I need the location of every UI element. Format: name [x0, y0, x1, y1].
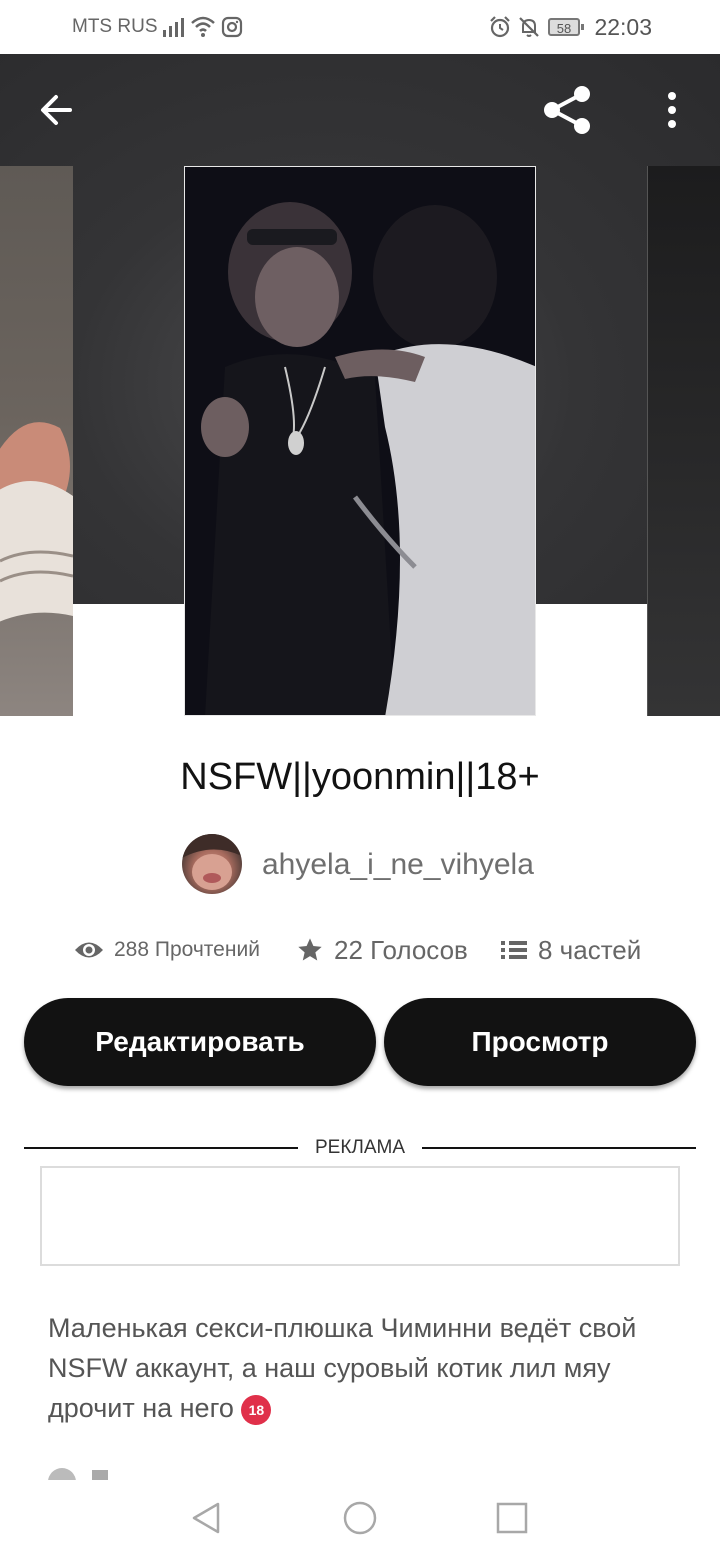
- bell-off-icon: [519, 17, 539, 37]
- avatar-image: [182, 834, 242, 890]
- peek-text: [92, 1470, 108, 1480]
- ad-label: РЕКЛАМА: [314, 1137, 406, 1158]
- divider-line: [422, 1147, 696, 1149]
- story-stats: 288 Прочтений 22 Голосов 8 частей: [0, 930, 720, 970]
- share-icon[interactable]: [540, 84, 596, 136]
- status-bar: MTS RUS 58 22:03: [0, 0, 720, 54]
- story-title: NSFW||yoonmin||18+: [180, 756, 540, 798]
- system-nav-bar: [0, 1480, 720, 1560]
- divider-line: [24, 1147, 298, 1149]
- next-cover[interactable]: [647, 166, 720, 716]
- parts-stat: 8 частей: [500, 930, 641, 970]
- cover-image: [185, 167, 535, 715]
- votes-count: 22 Голосов: [334, 934, 468, 965]
- clock: 22:03: [594, 14, 652, 40]
- author-name[interactable]: ahyela_i_ne_vihyela: [262, 848, 534, 882]
- instagram-icon: [221, 16, 243, 38]
- votes-stat: 22 Голосов: [296, 930, 468, 970]
- prev-cover-art: [0, 422, 73, 622]
- edit-button[interactable]: Редактировать: [24, 998, 376, 1086]
- star-icon: [298, 938, 322, 961]
- peek-icon: [48, 1468, 76, 1480]
- age-18-badge-icon: 18: [241, 1394, 272, 1425]
- alarm-icon: [490, 16, 510, 38]
- parts-count: 8 частей: [538, 934, 642, 965]
- story-description: Маленькая секси-плюшка Чиминни ведёт сво…: [48, 1308, 688, 1428]
- back-arrow-icon[interactable]: [34, 88, 78, 132]
- ad-divider: РЕКЛАМА: [24, 1134, 696, 1164]
- nav-back-icon[interactable]: [188, 1500, 224, 1536]
- list-icon: [501, 941, 527, 959]
- story-cover[interactable]: [184, 166, 536, 716]
- wifi-icon: [191, 16, 215, 37]
- prev-cover[interactable]: [0, 166, 73, 716]
- next-section-peek: [48, 1464, 248, 1480]
- avatar[interactable]: [182, 834, 242, 894]
- carrier-label: MTS RUS: [72, 16, 158, 37]
- eye-icon: [75, 942, 103, 958]
- description-text: Маленькая секси-плюшка Чиминни ведёт сво…: [48, 1313, 637, 1423]
- nav-recents-icon[interactable]: [494, 1500, 530, 1536]
- signal-icon: [163, 18, 184, 37]
- nav-home-icon[interactable]: [342, 1500, 378, 1536]
- preview-button[interactable]: Просмотр: [384, 998, 696, 1086]
- more-vert-icon[interactable]: [656, 88, 688, 132]
- reads-count: 288 Прочтений: [114, 938, 260, 961]
- ad-slot[interactable]: [40, 1166, 680, 1266]
- author-row[interactable]: ahyela_i_ne_vihyela: [0, 834, 720, 894]
- battery-icon: 58: [548, 18, 584, 36]
- reads-stat: 288 Прочтений: [74, 930, 260, 970]
